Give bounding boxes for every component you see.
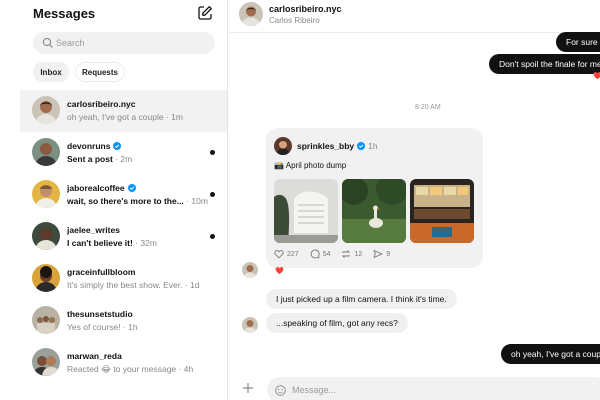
avatar[interactable]	[242, 262, 258, 278]
post-photo-bakery[interactable]	[410, 179, 474, 243]
avatar	[32, 138, 60, 166]
share-icon	[373, 250, 383, 258]
avatar[interactable]	[239, 2, 263, 26]
search-input[interactable]	[56, 34, 206, 52]
conversation-preview: Sent a post · 2m	[67, 154, 133, 164]
conversation-item[interactable]: thesunsetstudio Yes of course! · 1h	[20, 300, 227, 342]
post-photo-goose[interactable]	[342, 179, 406, 243]
avatar	[32, 180, 60, 208]
repost-icon	[342, 250, 351, 258]
heart-outline-icon	[274, 250, 284, 259]
chat-panel: carlosribeiro.nyc Carlos Ribeiro For sur…	[229, 0, 600, 400]
conversation-preview: oh yeah, I've got a couple · 1m	[67, 112, 183, 122]
conversation-item[interactable]: jaborealcoffee wait, so there's more to …	[20, 174, 227, 216]
outgoing-message[interactable]: For sure 😊	[556, 32, 600, 52]
message-composer	[229, 376, 600, 400]
verified-badge-icon	[127, 184, 136, 192]
incoming-message[interactable]: ...speaking of film, got any recs?	[266, 313, 408, 333]
conversation-item[interactable]: marwan_reda Reacted 😂 to your message · …	[20, 342, 227, 384]
comment-icon	[310, 249, 320, 259]
conversation-preview: wait, so there's more to the... · 10m	[67, 196, 208, 206]
avatar	[274, 137, 292, 155]
message-timestamp: 8:20 AM	[415, 104, 441, 111]
unread-indicator	[210, 150, 215, 155]
avatar	[32, 264, 60, 292]
conversation-item[interactable]: jaelee_writes I can't believe it! · 32m	[20, 216, 227, 258]
conversation-sidebar: Messages Inbox Requests carlosribeiro.ny…	[0, 0, 228, 400]
heart-reaction-icon: ❤️	[275, 268, 284, 275]
conversation-name: devonruns	[67, 141, 122, 151]
plus-icon[interactable]	[242, 382, 254, 394]
conversation-preview: Yes of course! · 1h	[67, 322, 138, 332]
chat-fullname: Carlos Ribeiro	[269, 16, 320, 25]
outgoing-message[interactable]: oh yeah, I've got a couple	[501, 344, 600, 364]
conversation-item[interactable]: devonruns Sent a post · 2m	[20, 132, 227, 174]
heart-reaction-icon: ❤️	[593, 73, 600, 80]
emoji-icon[interactable]	[275, 385, 286, 396]
unread-indicator	[210, 234, 215, 239]
repost-count[interactable]: 12	[341, 249, 362, 259]
share-count[interactable]: 9	[373, 249, 390, 259]
comment-count[interactable]: 54	[310, 249, 330, 259]
compose-icon[interactable]	[197, 5, 213, 21]
verified-badge-icon	[113, 142, 122, 150]
conversation-item[interactable]: carlosribeiro.nyc oh yeah, I've got a co…	[20, 90, 227, 132]
avatar[interactable]	[242, 317, 258, 333]
conversation-name: carlosribeiro.nyc	[67, 99, 136, 109]
conversation-name: jaborealcoffee	[67, 183, 136, 193]
search-bar[interactable]	[33, 32, 215, 54]
post-photo-building[interactable]	[274, 179, 338, 243]
verified-badge-icon	[357, 142, 366, 150]
chat-username: carlosribeiro.nyc	[269, 4, 342, 14]
avatar	[32, 222, 60, 250]
avatar	[32, 306, 60, 334]
unread-indicator	[210, 192, 215, 197]
search-icon	[42, 37, 53, 48]
like-count[interactable]: 227	[274, 249, 299, 259]
chat-header[interactable]: carlosribeiro.nyc Carlos Ribeiro	[229, 0, 600, 33]
shared-post-card[interactable]: sprinkles_bby 1h 📸 April photo dump 227 …	[266, 128, 483, 268]
post-time: 1h	[368, 141, 378, 151]
incoming-message[interactable]: I just picked up a film camera. I think …	[266, 289, 457, 309]
conversation-name: graceinfullbloom	[67, 267, 136, 277]
outgoing-message[interactable]: Don't spoil the finale for me	[489, 54, 600, 74]
post-author: sprinkles_bby 1h	[297, 141, 378, 151]
post-caption: 📸 April photo dump	[274, 161, 347, 170]
conversation-preview: Reacted 😂 to your message · 4h	[67, 364, 194, 374]
post-stats: 227 54 12 9	[274, 249, 401, 259]
message-field[interactable]	[267, 377, 600, 400]
message-input[interactable]	[292, 382, 592, 398]
tab-requests[interactable]: Requests	[75, 62, 125, 82]
tab-inbox[interactable]: Inbox	[33, 62, 69, 82]
conversation-preview: I can't believe it! · 32m	[67, 238, 157, 248]
conversation-item[interactable]: graceinfullbloom It's simply the best sh…	[20, 258, 227, 300]
avatar	[32, 96, 60, 124]
sidebar-title: Messages	[33, 6, 96, 21]
conversation-name: jaelee_writes	[67, 225, 120, 235]
conversation-name: marwan_reda	[67, 351, 122, 361]
conversation-name: thesunsetstudio	[67, 309, 133, 319]
avatar	[32, 348, 60, 376]
conversation-preview: It's simply the best show. Ever. · 1d	[67, 280, 200, 290]
